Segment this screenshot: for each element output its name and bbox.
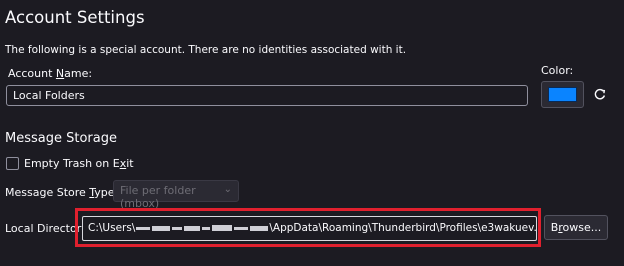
color-swatch [548, 87, 577, 102]
color-label: Color: [541, 64, 574, 77]
redaction-mark [172, 226, 183, 230]
redaction-mark [212, 225, 233, 231]
redaction-mark [136, 226, 151, 230]
local-directory-input[interactable]: C:\Users\ \AppData\Roaming\Thunderbird\Pr… [82, 216, 537, 241]
message-store-type-label: Message Store Type: [5, 186, 119, 199]
color-picker-button[interactable] [541, 81, 584, 108]
redaction-mark [184, 225, 201, 231]
message-store-type-select: File per folder (mbox) ⌄ [113, 180, 239, 210]
empty-trash-checkbox[interactable] [6, 157, 19, 170]
reset-icon[interactable] [592, 86, 608, 102]
path-prefix: C:\Users\ [88, 222, 136, 234]
chevron-down-icon: ⌄ [223, 184, 232, 195]
store-type-value: File per folder (mbox) [120, 184, 196, 210]
account-name-label: Account Name: [8, 67, 93, 80]
account-description: The following is a special account. Ther… [5, 44, 407, 56]
path-suffix: \AppData\Roaming\Thunderbird\Profiles\e3… [269, 222, 537, 234]
redaction-mark [202, 226, 211, 230]
page-title: Account Settings [5, 8, 145, 27]
redaction-mark [250, 225, 269, 231]
redaction-mark [234, 226, 249, 230]
browse-button[interactable]: Browse... [544, 215, 608, 240]
message-storage-heading: Message Storage [5, 131, 117, 146]
empty-trash-label[interactable]: Empty Trash on Exit [24, 157, 134, 170]
redaction-mark [152, 225, 171, 231]
account-name-input[interactable]: Local Folders [6, 85, 528, 106]
